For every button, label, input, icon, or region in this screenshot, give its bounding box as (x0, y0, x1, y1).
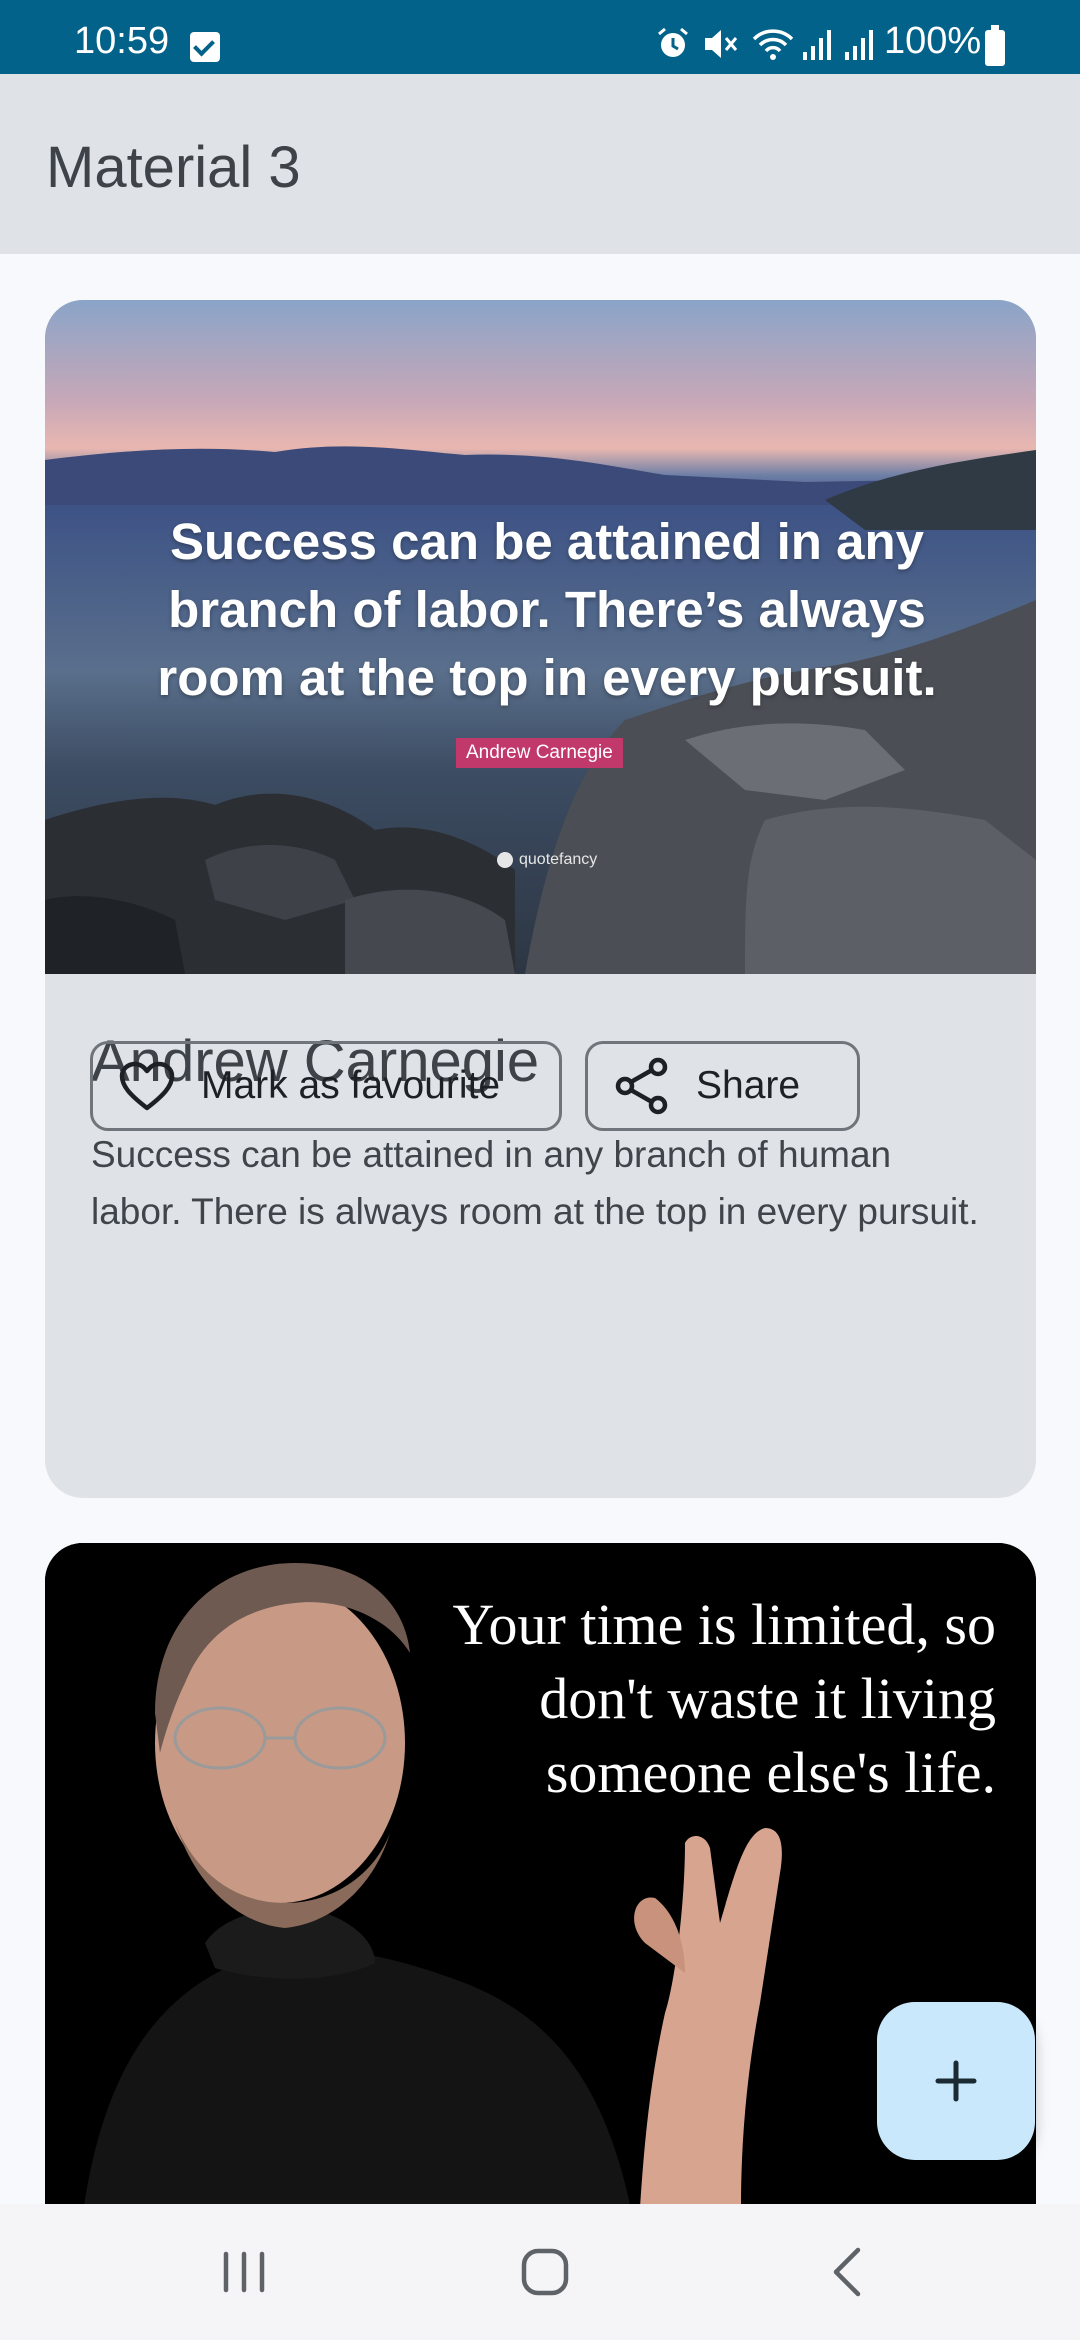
image-author-tag: Andrew Carnegie (456, 738, 623, 768)
share-icon (612, 1056, 672, 1116)
battery-percent: 100% (884, 20, 982, 62)
back-icon[interactable] (818, 2242, 878, 2302)
quote-line: Your time is limited, so (452, 1592, 996, 1657)
signal-icon (803, 30, 831, 60)
alarm-icon (658, 27, 688, 57)
image-quote-text: Your time is limited, so don't waste it … (452, 1588, 996, 1810)
quote-card[interactable]: Success can be attained in any branch of… (45, 300, 1036, 1498)
quote-line: don't waste it living (539, 1666, 996, 1731)
status-bar: 10:59 100% (0, 0, 1080, 74)
share-label: Share (696, 1064, 801, 1107)
watermark-text: quotefancy (519, 851, 598, 868)
heart-icon (117, 1056, 177, 1116)
system-nav-bar (0, 2204, 1080, 2340)
wifi-icon (752, 29, 794, 60)
battery-icon (985, 25, 1005, 66)
mute-icon (705, 30, 738, 58)
image-watermark: quotefancy (497, 851, 597, 869)
add-fab-button[interactable] (877, 2002, 1035, 2160)
quotefancy-logo-icon (497, 852, 513, 868)
quote-image: Success can be attained in any branch of… (45, 300, 1036, 974)
status-icons (655, 26, 875, 62)
home-icon[interactable] (515, 2242, 575, 2302)
signal-icon (845, 30, 873, 60)
quote-card[interactable]: Your time is limited, so don't waste it … (45, 1543, 1036, 2303)
check-notification-icon (190, 32, 220, 62)
top-app-bar: Material 3 (0, 74, 1080, 254)
share-button[interactable]: Share (585, 1041, 860, 1131)
page-title: Material 3 (46, 135, 301, 200)
mark-favourite-label: Mark as favourite (201, 1064, 501, 1107)
quote-line: someone else's life. (545, 1740, 996, 1805)
image-quote-text: Success can be attained in any branch of… (157, 513, 937, 706)
mark-favourite-button[interactable]: Mark as favourite (90, 1041, 562, 1131)
quote-image: Your time is limited, so don't waste it … (45, 1543, 1036, 2303)
recent-apps-icon[interactable] (214, 2242, 274, 2302)
plus-icon (935, 2060, 977, 2102)
card-description: Success can be attained in any branch of… (91, 1134, 979, 1232)
status-time: 10:59 (74, 20, 170, 62)
